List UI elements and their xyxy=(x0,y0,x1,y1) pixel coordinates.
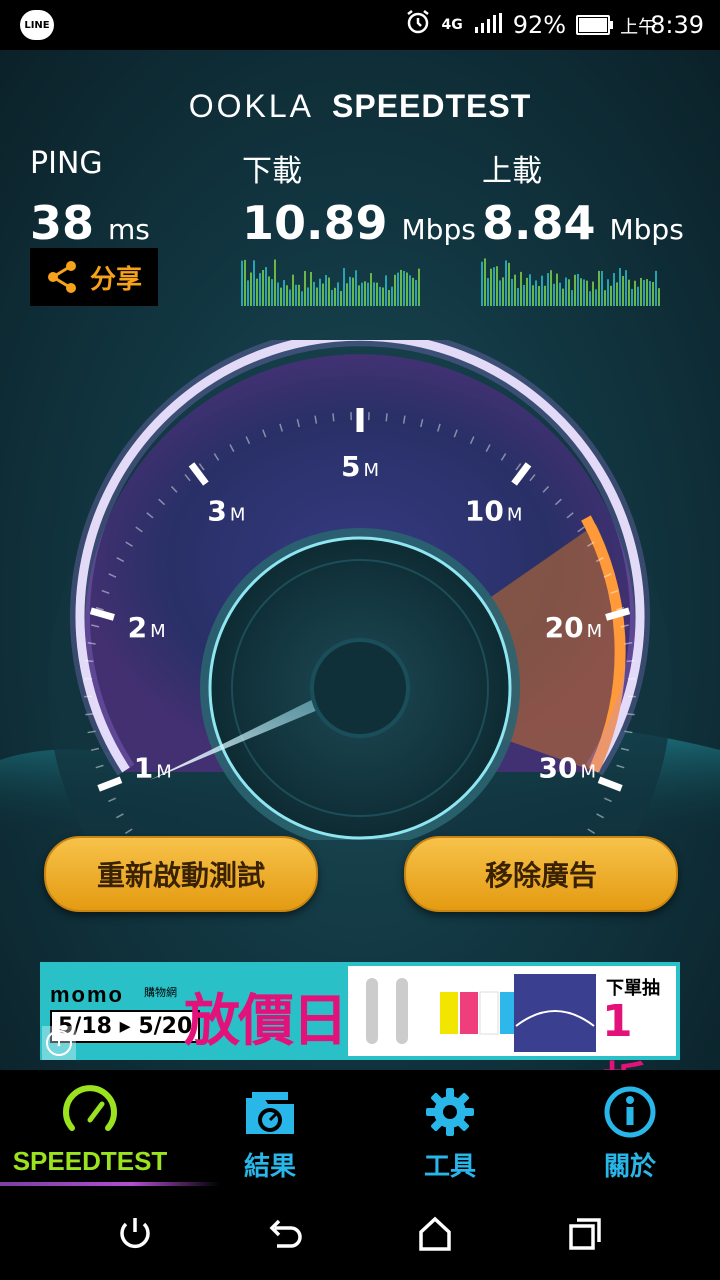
results-folder-icon xyxy=(246,1092,294,1134)
ping-value: 38 ms xyxy=(30,196,150,250)
gauge-minor-tick xyxy=(626,713,635,716)
ookla-speedtest-logo: OOKLA SPEEDTEST xyxy=(188,88,532,124)
ping-label: PING xyxy=(30,146,103,181)
download-value: 10.89 Mbps xyxy=(242,196,476,250)
gear-icon xyxy=(426,1088,474,1136)
speedtest-main: OOKLA SPEEDTEST PING 38 ms 下載 10.89 Mbps 上載… xyxy=(0,50,720,1070)
share-button[interactable]: 分享 xyxy=(30,248,158,306)
battery-percent: 92% xyxy=(512,11,567,39)
restart-test-button[interactable]: 重新啟動測試 xyxy=(44,836,318,912)
gauge-minor-tick xyxy=(626,659,635,663)
tab-tools[interactable]: 工具 xyxy=(360,1070,540,1188)
gauge-minor-tick xyxy=(332,413,335,422)
status-bar: LINE 4G 92% 上午8:39 xyxy=(0,0,720,50)
battery-icon xyxy=(576,15,614,35)
android-nav-bar xyxy=(0,1188,720,1280)
speed-gauge: 01M2M3M5M10M20M30M50M xyxy=(0,340,720,840)
alarm-icon xyxy=(404,8,432,42)
ad-banner[interactable]: momo 購物網 5/18 ▸ 5/20 放價日 下單抽 1折 i xyxy=(40,962,680,1070)
bottom-tab-bar: SPEEDTEST 結果 工具 關於 xyxy=(0,1070,720,1188)
share-icon xyxy=(47,261,76,293)
ad-headline: 放價日 xyxy=(184,989,348,1054)
ad-site: 購物網 xyxy=(144,986,177,999)
home-icon[interactable] xyxy=(413,1212,457,1256)
upload-label: 上載 xyxy=(482,154,542,189)
ad-brand: momo xyxy=(50,982,124,1007)
upload-value: 8.84 Mbps xyxy=(482,196,684,250)
recents-icon[interactable] xyxy=(563,1212,607,1256)
clock: 8:39 xyxy=(650,11,704,39)
power-icon[interactable] xyxy=(113,1212,157,1256)
line-app-icon: LINE xyxy=(20,10,54,40)
gauge-minor-tick xyxy=(385,413,388,422)
upload-sparkline xyxy=(481,258,660,306)
remove-ads-button[interactable]: 移除廣告 xyxy=(404,836,678,912)
signal-icon xyxy=(473,11,503,39)
tab-results[interactable]: 結果 xyxy=(180,1070,360,1188)
ad-product-panel: 下單抽 1折 xyxy=(348,966,676,1070)
ad-info-icon[interactable]: i xyxy=(42,1026,76,1060)
info-icon xyxy=(604,1086,656,1138)
back-icon[interactable] xyxy=(263,1212,307,1256)
ad-draw-value: 1折 xyxy=(602,996,646,1070)
download-label: 下載 xyxy=(242,154,302,189)
download-sparkline xyxy=(241,259,420,306)
tab-about[interactable]: 關於 xyxy=(540,1070,720,1188)
speedometer-icon xyxy=(63,1085,117,1131)
network-4g-icon: 4G xyxy=(441,17,463,33)
tab-speedtest[interactable]: SPEEDTEST xyxy=(0,1070,220,1188)
gauge-minor-tick xyxy=(85,713,94,716)
gauge-minor-tick xyxy=(85,659,94,663)
